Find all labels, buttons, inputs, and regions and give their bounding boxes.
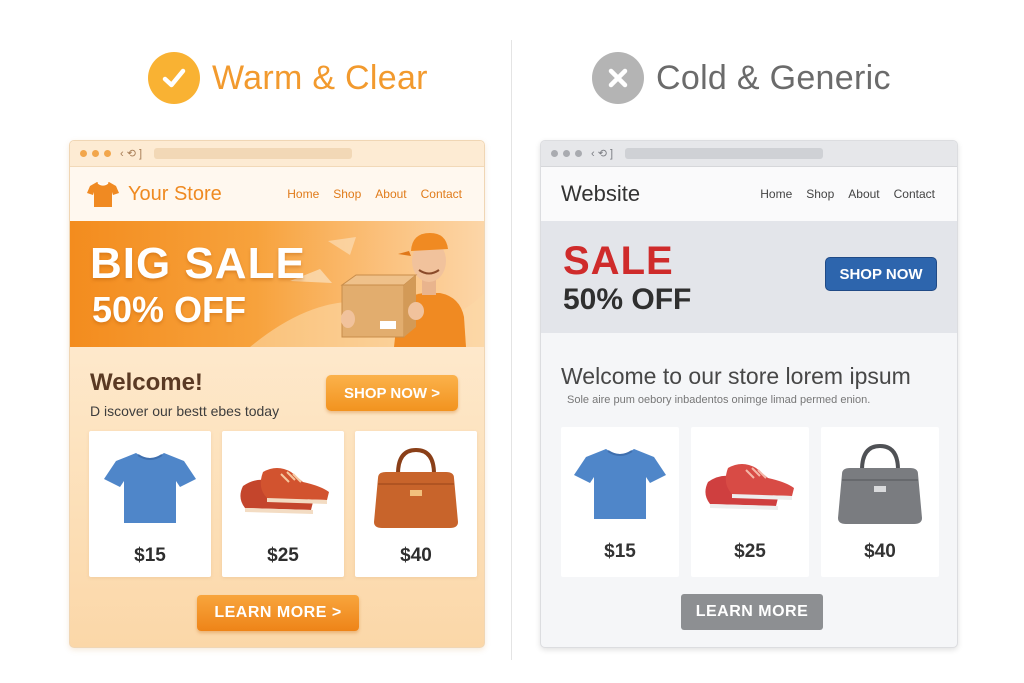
product-card[interactable]: $15 [89, 431, 211, 577]
product-price: $15 [134, 545, 166, 566]
tshirt-logo-icon [87, 182, 119, 207]
welcome-section: Welcome! D iscover our bestt ebes today … [70, 347, 484, 433]
site-header: Website Home Shop About Contact [541, 167, 957, 221]
product-grid: $15 $25 $40 [561, 427, 951, 577]
product-price: $25 [267, 545, 299, 566]
sneakers-icon [691, 439, 809, 527]
welcome-subtitle: D iscover our bestt ebes today [90, 403, 280, 419]
sneakers-icon [222, 443, 344, 531]
product-price: $40 [864, 541, 896, 562]
cold-website-mock: ‹ ⟲ ] Website Home Shop About Contact SA… [540, 140, 958, 648]
product-card[interactable]: $25 [222, 431, 344, 577]
delivery-person-icon [340, 233, 466, 347]
site-name: Website [561, 181, 641, 206]
window-dot-icon [551, 150, 558, 157]
comparison-page: Warm & Clear Cold & Generic ‹ ⟲ ] Your S… [0, 0, 1024, 683]
url-bar[interactable] [625, 148, 824, 159]
cold-heading: Cold & Generic [592, 52, 891, 104]
nav-home[interactable]: Home [760, 187, 792, 201]
x-icon [592, 52, 644, 104]
url-bar[interactable] [154, 148, 353, 159]
browser-nav-icons[interactable]: ‹ ⟲ ] [120, 147, 142, 160]
nav-about[interactable]: About [848, 187, 879, 201]
product-price: $25 [734, 541, 766, 562]
nav-home[interactable]: Home [287, 187, 319, 201]
center-divider [511, 40, 512, 660]
site-brand[interactable]: Website [557, 181, 640, 207]
hero-headline: BIG SALE [90, 239, 306, 288]
warm-website-mock: ‹ ⟲ ] Your Store Home Shop About Contact [69, 140, 485, 648]
hero-banner: BIG SALE 50% OFF [70, 221, 484, 347]
tshirt-icon [561, 439, 679, 527]
welcome-subtitle: Sole aire pum oebory inbadentos onimge l… [567, 394, 871, 406]
product-card[interactable]: $40 [821, 427, 939, 577]
product-card[interactable]: $40 [355, 431, 477, 577]
hero-banner: SALE 50% OFF SHOP NOW [541, 221, 957, 333]
welcome-title: Welcome to our store lorem ipsum [561, 363, 911, 389]
hero-discount: 50% OFF [563, 283, 692, 316]
handbag-icon [821, 439, 939, 527]
handbag-icon [355, 443, 477, 531]
nav-links: Home Shop About Contact [273, 167, 462, 221]
shop-now-button[interactable]: SHOP NOW [825, 257, 937, 291]
checkmark-icon [148, 52, 200, 104]
browser-chrome: ‹ ⟲ ] [541, 141, 957, 167]
nav-contact[interactable]: Contact [894, 187, 935, 201]
store-name: Your Store [128, 182, 222, 205]
product-price: $15 [604, 541, 636, 562]
nav-contact[interactable]: Contact [421, 187, 462, 201]
store-brand[interactable]: Your Store [86, 179, 222, 209]
nav-links: Home Shop About Contact [746, 167, 935, 221]
window-dot-icon [104, 150, 111, 157]
hero-discount: 50% OFF [92, 289, 247, 330]
nav-shop[interactable]: Shop [333, 187, 361, 201]
site-header: Your Store Home Shop About Contact [70, 167, 484, 221]
shop-now-button[interactable]: SHOP NOW > [326, 375, 458, 411]
learn-more-button[interactable]: LEARN MORE > [197, 595, 359, 631]
window-dot-icon [563, 150, 570, 157]
browser-nav-icons[interactable]: ‹ ⟲ ] [591, 147, 613, 160]
product-card[interactable]: $25 [691, 427, 809, 577]
browser-chrome: ‹ ⟲ ] [70, 141, 484, 167]
warm-heading-text: Warm & Clear [212, 58, 428, 97]
learn-more-button[interactable]: LEARN MORE [681, 594, 823, 630]
welcome-title: Welcome! [90, 369, 203, 396]
nav-about[interactable]: About [375, 187, 406, 201]
window-dot-icon [92, 150, 99, 157]
product-price: $40 [400, 545, 432, 566]
product-card[interactable]: $15 [561, 427, 679, 577]
warm-heading: Warm & Clear [148, 52, 428, 104]
hero-headline: SALE [563, 239, 674, 283]
window-dot-icon [80, 150, 87, 157]
cold-heading-text: Cold & Generic [656, 58, 891, 97]
window-dot-icon [575, 150, 582, 157]
nav-shop[interactable]: Shop [806, 187, 834, 201]
product-grid: $15 $25 $40 [89, 431, 484, 577]
tshirt-icon [89, 443, 211, 531]
